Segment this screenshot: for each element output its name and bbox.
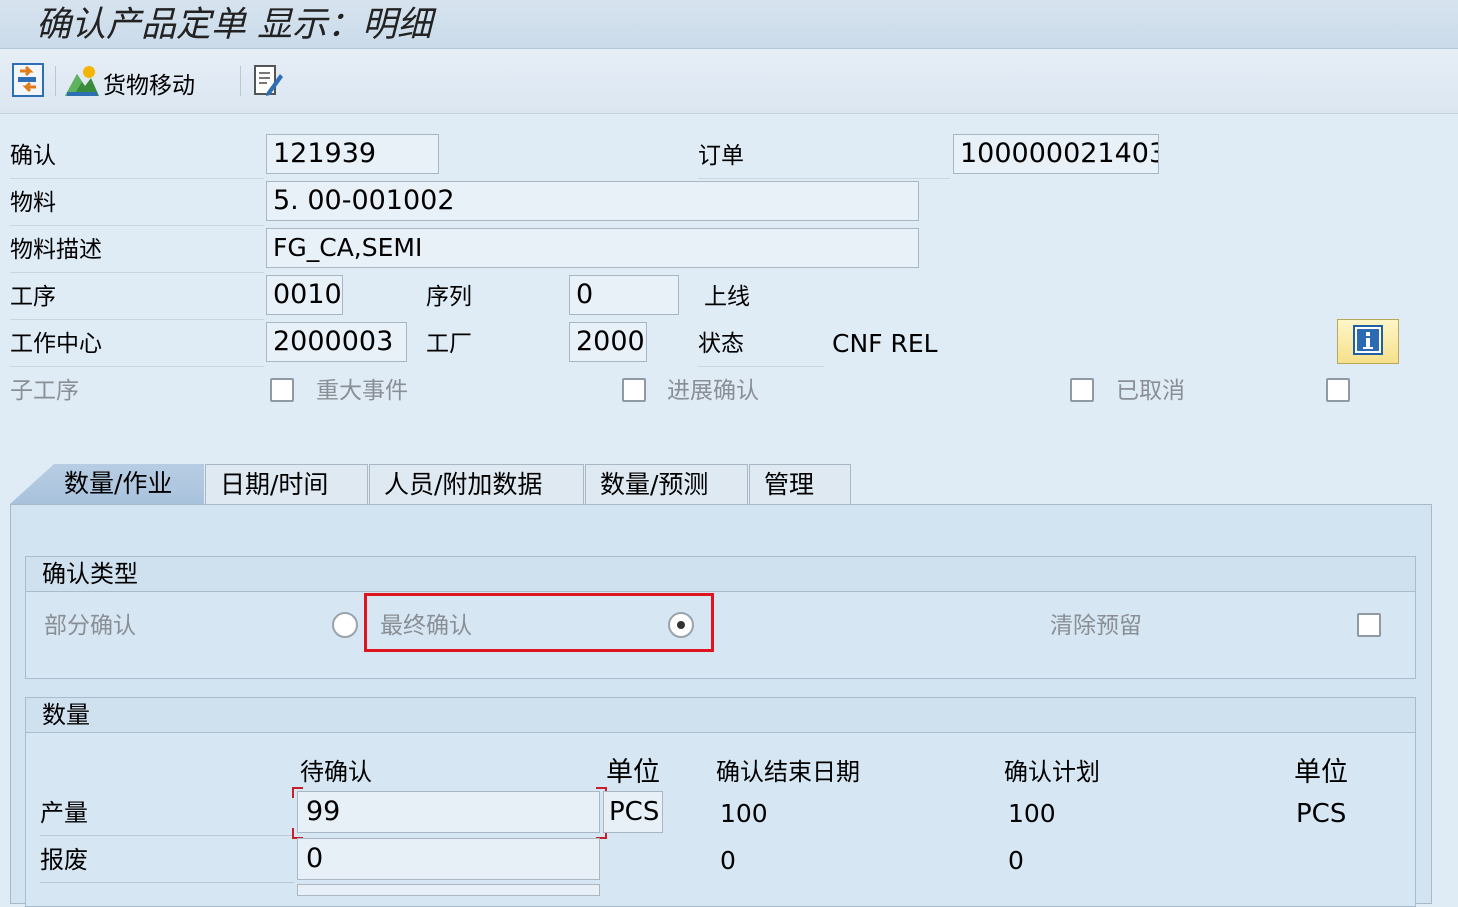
- work-center-label: 工作中心: [10, 322, 264, 367]
- tab-administration[interactable]: 管理: [749, 464, 851, 504]
- confirm-plan-header: 确认计划: [1004, 758, 1100, 786]
- clear-reservation-checkbox[interactable]: [1357, 613, 1381, 637]
- yield-label: 产量: [40, 791, 294, 836]
- to-confirm-header: 待确认: [300, 758, 372, 786]
- material-description-label: 物料描述: [10, 228, 264, 273]
- confirmation-label: 确认: [10, 134, 264, 179]
- scrap-planned-value: 0: [1008, 846, 1024, 875]
- tab-quantity-forecast[interactable]: 数量/预测: [585, 464, 748, 504]
- partial-confirmation-radio[interactable]: [332, 612, 358, 638]
- toggle-icon[interactable]: [12, 63, 44, 97]
- order-field[interactable]: 100000021403: [953, 134, 1159, 174]
- yield-planned-value: 100: [1008, 799, 1056, 828]
- confirmed-end-date-header: 确认结束日期: [716, 758, 860, 786]
- clear-reservation-label: 清除预留: [1050, 613, 1142, 639]
- goods-movement-button[interactable]: 货物移动: [65, 64, 195, 102]
- info-button[interactable]: [1337, 319, 1399, 364]
- progress-confirmation-label: 进展确认: [667, 378, 759, 404]
- sequence-field[interactable]: 0: [569, 275, 679, 315]
- material-description-field[interactable]: FG_CA,SEMI: [266, 228, 919, 268]
- quantity-title: 数量: [26, 698, 1415, 733]
- toolbar-separator: [240, 66, 241, 96]
- sub-operation-label: 子工序: [10, 378, 79, 404]
- milestone-label: 重大事件: [316, 378, 408, 404]
- status-value: CNF REL: [832, 329, 938, 358]
- next-row-input[interactable]: [297, 884, 600, 896]
- window-title: 确认产品定单 显示：明细: [36, 5, 433, 45]
- confirmation-field[interactable]: 121939: [266, 134, 439, 174]
- sequence-label: 序列: [426, 284, 472, 310]
- application-toolbar: 货物移动: [0, 49, 1458, 114]
- yield-to-confirm-input[interactable]: 99: [297, 791, 600, 833]
- operation-label: 工序: [10, 275, 264, 320]
- operation-field[interactable]: 0010: [266, 275, 343, 315]
- cancelled-checkbox[interactable]: [1326, 378, 1350, 402]
- yield-confirmed-value: 100: [720, 799, 768, 828]
- partial-confirmation-label: 部分确认: [44, 613, 136, 639]
- yield-unit-field[interactable]: PCS: [603, 791, 663, 833]
- progress-confirmation-checkbox[interactable]: [1070, 378, 1094, 402]
- goods-movement-label: 货物移动: [103, 73, 195, 99]
- status-label: 状态: [698, 322, 824, 367]
- confirmation-type-title: 确认类型: [26, 557, 1415, 592]
- toolbar-separator: [55, 66, 56, 96]
- highlight-box: [364, 593, 714, 652]
- error-marker: [292, 787, 303, 798]
- mountain-icon: [65, 64, 99, 102]
- unit-header-2: 单位: [1294, 757, 1348, 788]
- title-bar: 确认产品定单 显示：明细: [0, 0, 1458, 49]
- yield-unit-value: PCS: [1296, 799, 1347, 829]
- material-label: 物料: [10, 181, 264, 226]
- edit-document-icon[interactable]: [253, 64, 283, 98]
- scrap-to-confirm-input[interactable]: 0: [297, 838, 600, 880]
- milestone-checkbox[interactable]: [622, 378, 646, 402]
- tab-date-time[interactable]: 日期/时间: [205, 464, 368, 504]
- work-center-field[interactable]: 2000003: [266, 322, 407, 362]
- order-label: 订单: [698, 134, 950, 179]
- sub-operation-checkbox[interactable]: [270, 378, 294, 402]
- plant-field[interactable]: 2000: [569, 322, 647, 362]
- material-field[interactable]: 5. 00-001002: [266, 181, 919, 221]
- cancelled-label: 已取消: [1116, 378, 1185, 404]
- tab-personnel-additional-data[interactable]: 人员/附加数据: [369, 464, 584, 504]
- scrap-confirmed-value: 0: [720, 846, 736, 875]
- scrap-label: 报废: [40, 838, 294, 883]
- tab-quantity-activity[interactable]: 数量/作业: [10, 464, 204, 504]
- plant-label: 工厂: [426, 331, 472, 357]
- info-icon: [1353, 324, 1383, 359]
- unit-header: 单位: [606, 757, 660, 788]
- online-label: 上线: [704, 284, 750, 310]
